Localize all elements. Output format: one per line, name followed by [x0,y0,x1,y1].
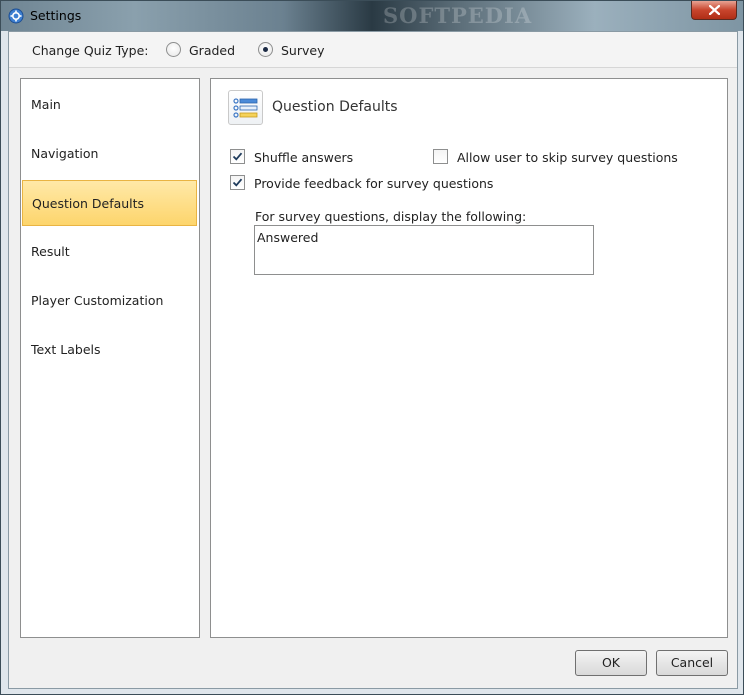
survey-display-textbox[interactable]: Answered [254,225,594,275]
quiz-type-row: Change Quiz Type: Graded Survey [9,32,737,68]
survey-feedback-label[interactable]: Provide feedback for survey questions [254,176,493,191]
sidebar-item-question-defaults[interactable]: Question Defaults [22,180,197,226]
checkmark-icon [232,178,243,187]
window-title: Settings [30,8,82,23]
graded-radio[interactable] [166,42,181,57]
sidebar-item-label: Navigation [31,146,99,161]
sidebar-item-text-labels[interactable]: Text Labels [21,327,199,373]
graded-radio-label[interactable]: Graded [189,43,235,58]
sidebar-item-navigation[interactable]: Navigation [21,131,199,177]
survey-radio[interactable] [258,42,273,57]
settings-window: Settings SOFTPEDIA Change Quiz Type: Gra… [0,0,744,695]
survey-display-label: For survey questions, display the follow… [255,209,527,224]
checkmark-icon [232,152,243,161]
ok-button[interactable]: OK [575,650,647,676]
sidebar-item-label: Main [31,97,61,112]
list-settings-icon [228,90,263,125]
watermark-text: SOFTPEDIA [383,3,533,28]
allow-skip-label[interactable]: Allow user to skip survey questions [457,150,678,165]
close-button[interactable] [691,1,737,20]
cancel-button[interactable]: Cancel [656,650,728,676]
close-icon [709,5,720,15]
settings-sidebar: Main Navigation Question Defaults Result… [20,78,200,638]
sidebar-item-result[interactable]: Result [21,229,199,275]
allow-skip-checkbox[interactable] [433,149,448,164]
sidebar-item-label: Result [31,244,70,259]
survey-radio-label[interactable]: Survey [281,43,324,58]
sidebar-item-main[interactable]: Main [21,82,199,128]
question-defaults-panel: Question Defaults Shuffle answers Allow … [210,78,728,638]
survey-feedback-checkbox[interactable] [230,175,245,190]
sidebar-item-label: Player Customization [31,293,164,308]
settings-gear-icon [8,8,24,24]
panel-title: Question Defaults [272,99,398,115]
shuffle-answers-label[interactable]: Shuffle answers [254,150,353,165]
sidebar-item-player-customization[interactable]: Player Customization [21,278,199,324]
shuffle-answers-checkbox[interactable] [230,149,245,164]
title-bar[interactable]: Settings SOFTPEDIA [1,1,743,31]
dialog-client-area: Change Quiz Type: Graded Survey Main Nav… [8,31,738,689]
radio-selected-dot [263,47,268,52]
sidebar-item-label: Text Labels [31,342,101,357]
sidebar-item-label: Question Defaults [32,196,145,211]
quiz-type-label: Change Quiz Type: [32,43,149,58]
